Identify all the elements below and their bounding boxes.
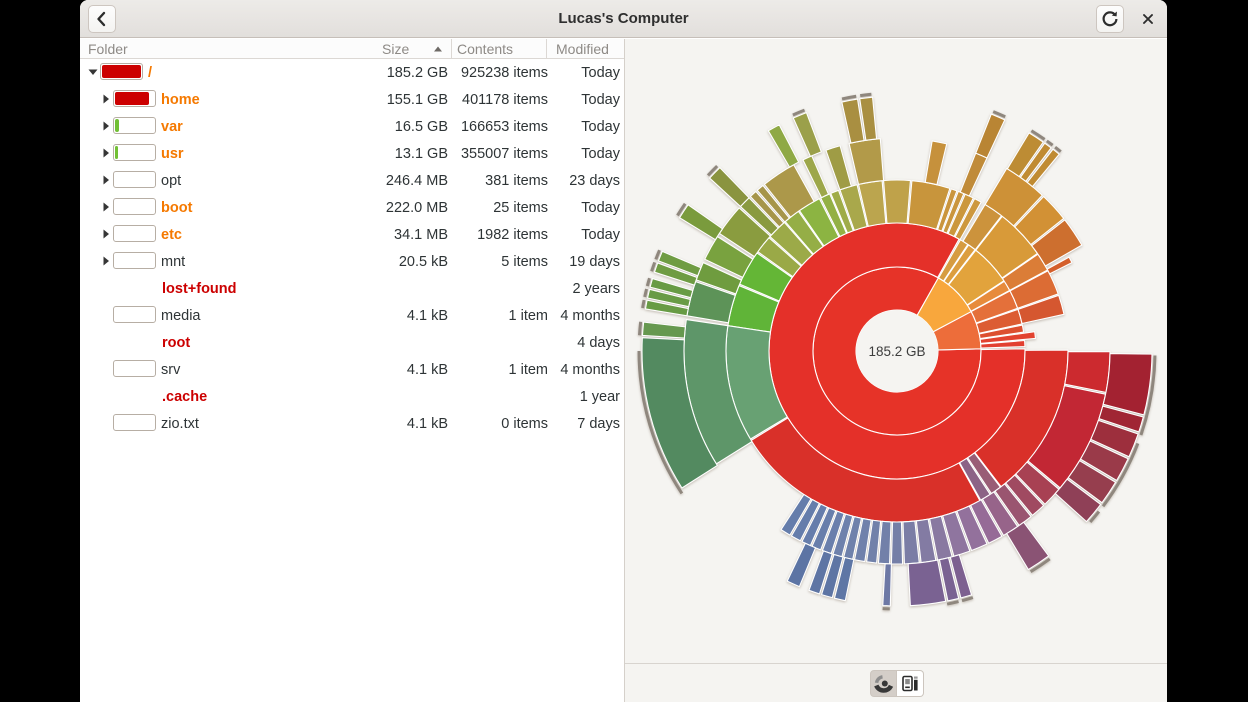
svg-text:185.2 GB: 185.2 GB [868,344,925,359]
